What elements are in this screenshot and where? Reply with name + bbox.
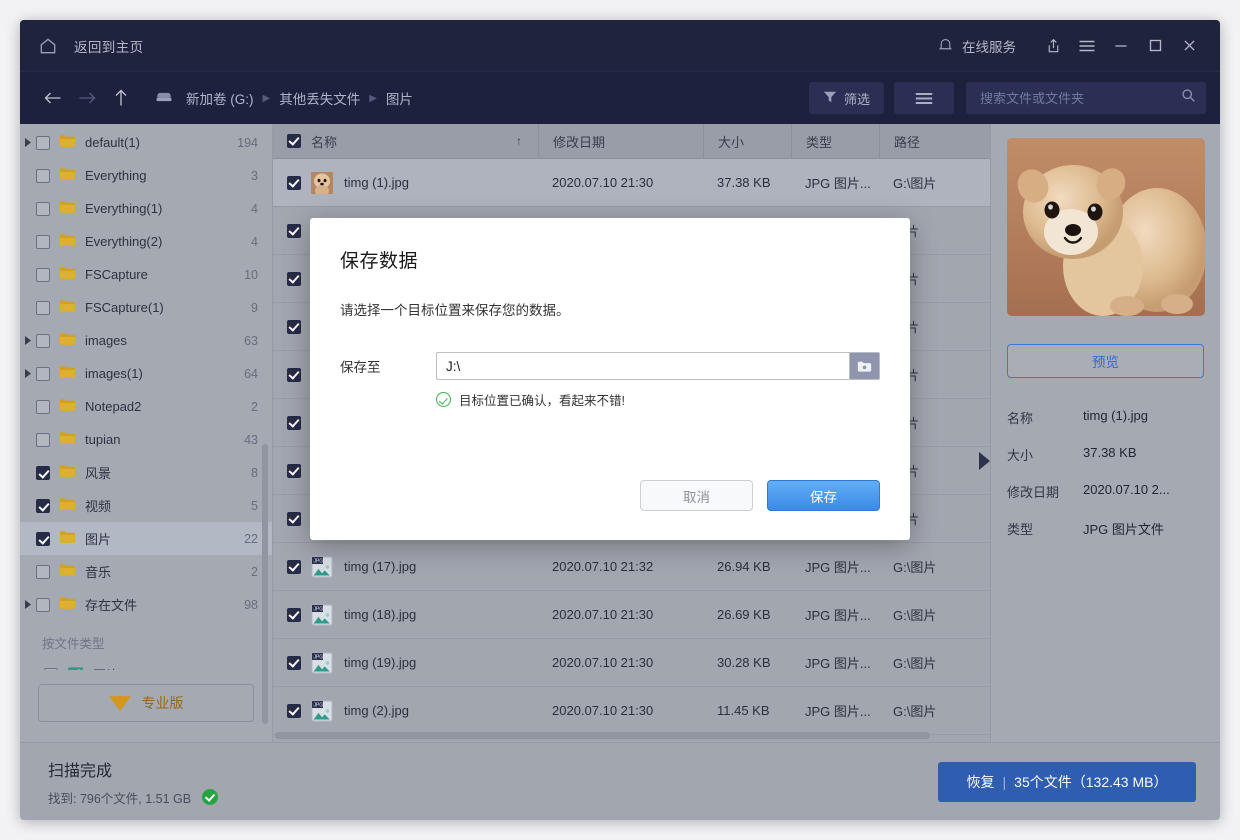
dialog-title: 保存数据: [340, 246, 880, 273]
folder-browse-icon[interactable]: [849, 352, 880, 380]
save-button[interactable]: 保存: [767, 480, 880, 511]
cancel-button[interactable]: 取消: [640, 480, 753, 511]
check-circle-icon: [436, 392, 451, 407]
app-window: 返回到主页 在线服务: [20, 20, 1220, 820]
cancel-label: 取消: [683, 486, 710, 506]
save-location-input[interactable]: [436, 352, 849, 380]
save-data-dialog: 保存数据 请选择一个目标位置来保存您的数据。 保存至 目标位置已确认，看起来不错…: [310, 218, 910, 540]
validation-hint: 目标位置已确认，看起来不错!: [436, 390, 880, 409]
dialog-description: 请选择一个目标位置来保存您的数据。: [340, 299, 880, 319]
dialog-actions: 取消 保存: [640, 480, 880, 511]
validation-hint-text: 目标位置已确认，看起来不错!: [459, 390, 625, 409]
save-label: 保存: [810, 486, 837, 506]
save-location-label: 保存至: [340, 356, 436, 376]
save-location-row: 保存至: [340, 352, 880, 380]
